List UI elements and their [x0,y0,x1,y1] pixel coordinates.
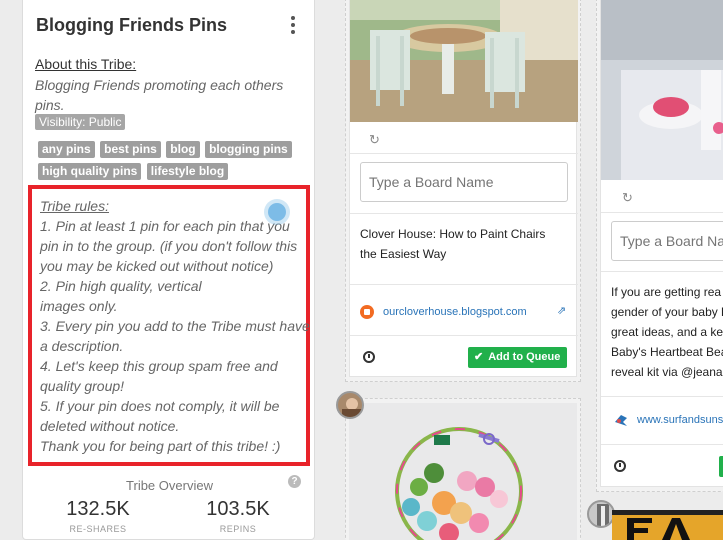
pin-description: Clover House: How to Paint Chairs the Ea… [360,227,546,261]
pin-column: ↻ If you are getting rea gender of your … [596,0,723,492]
stat-reshares: 132.5K RE-SHARES [43,498,153,534]
add-to-queue-button[interactable]: ✔ Add to Queue [468,347,568,368]
pin-column [345,398,581,540]
stat-repins: 103.5K REPINS [183,498,293,534]
source-link[interactable]: ourcloverhouse.blogspot.com [383,306,527,318]
tag[interactable]: blogging pins [205,141,292,158]
schedule-clock-icon[interactable] [363,351,375,363]
divider [601,271,723,272]
about-description: Blogging Friends promoting each others p… [35,77,284,113]
board-name-input[interactable] [611,221,723,261]
schedule-clock-icon[interactable] [614,460,626,472]
blogger-icon [360,305,374,319]
more-options-icon[interactable] [288,16,298,36]
pin-description-line: If you are getting rea [611,285,722,299]
pin-description-line: gender of your baby l [611,305,723,319]
rule-item: 5. If your pin does not comply, it will … [40,398,280,434]
pin-image[interactable] [601,0,723,180]
divider [601,212,723,213]
help-icon[interactable]: ? [288,475,301,488]
pin-description: If you are getting rea gender of your ba… [611,282,723,382]
pin-column: ↻ Clover House: How to Paint Chairs the … [345,0,581,382]
rule-item: 2. Pin high quality, vertical [40,278,202,294]
stat-value: 132.5K [66,498,130,520]
external-link-icon[interactable]: ⇗ [557,304,566,317]
bird-icon [615,415,627,426]
pin-description-line: reveal kit via @jeanab [611,365,723,379]
divider [350,335,578,336]
tag[interactable]: blog [166,141,200,158]
pin-image[interactable] [350,0,578,122]
rule-item: Thank you for being part of this tribe! … [40,438,281,454]
rule-item: images only. [40,298,118,314]
divider [601,444,723,445]
pin-image[interactable] [612,510,723,540]
tag[interactable]: high quality pins [38,163,142,180]
visibility-badge: Visibility: Public [35,114,126,130]
about-heading: About this Tribe: [35,56,137,72]
tag[interactable]: lifestyle blog [146,163,229,180]
stat-label: RE-SHARES [69,524,127,534]
divider [350,153,578,154]
rule-item: 3. Every pin you add to the Tribe must h… [40,318,310,354]
pin-description-line: Baby's Heartbeat Bea [611,345,723,359]
cursor-indicator [264,199,290,225]
stat-value: 103.5K [206,498,270,520]
tag[interactable]: best pins [100,141,161,158]
overview-title: Tribe Overview [126,478,213,493]
rule-item: 1. Pin at least 1 pin for each pin that … [40,218,298,274]
stat-label: REPINS [219,524,257,534]
divider [350,284,578,285]
pin-card: ↻ If you are getting rea gender of your … [600,0,723,487]
avatar[interactable] [336,391,364,419]
rule-item: 4. Let's keep this group spam free and q… [40,358,278,394]
tag-list: any pins best pins blog blogging pins hi… [38,140,308,184]
add-to-queue-label: Add to Queue [488,351,561,363]
repin-icon[interactable]: ↻ [622,190,633,206]
avatar[interactable] [587,500,615,528]
source-link[interactable]: www.surfandsuns [637,414,723,426]
divider [350,213,578,214]
pin-description-line: great ideas, and a ke [611,325,723,339]
pin-card: ↻ Clover House: How to Paint Chairs the … [349,0,578,377]
add-to-queue-button[interactable] [719,456,723,477]
tag[interactable]: any pins [38,141,95,158]
tribe-panel: Blogging Friends Pins About this Tribe: … [22,0,315,540]
pin-image[interactable] [349,403,577,540]
divider [601,396,723,397]
tribe-rules-highlight: Tribe rules: 1. Pin at least 1 pin for e… [28,185,310,466]
repin-icon[interactable]: ↻ [369,132,380,148]
tribe-rules: Tribe rules: 1. Pin at least 1 pin for e… [40,196,310,456]
page: Blogging Friends Pins About this Tribe: … [0,0,723,540]
check-icon: ✔ [474,351,484,363]
tribe-title: Blogging Friends Pins [36,15,228,35]
board-name-input[interactable] [360,162,568,202]
